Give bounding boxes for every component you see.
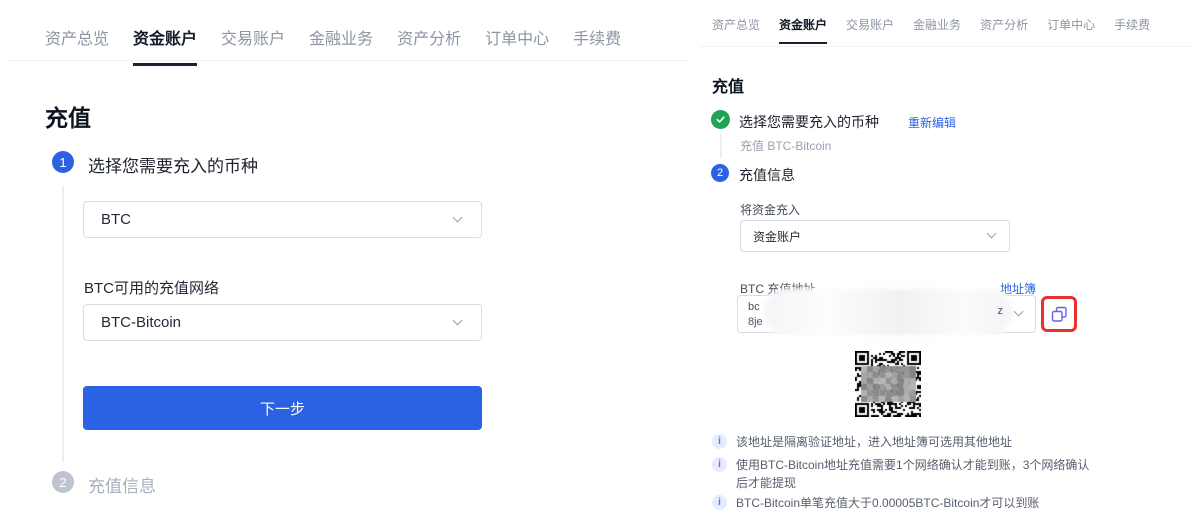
deposit-page-step2: 资产总览 资金账户 交易账户 金融业务 资产分析 订单中心 手续费 充值 选择您… [700,0,1200,529]
network-label: BTC可用的充值网络 [84,277,219,298]
deposit-address-select[interactable]: bc 8je z [737,295,1036,333]
chevron-down-icon [453,212,463,222]
step-connector [62,186,64,462]
chevron-down-icon [453,315,463,325]
tab-asset-analysis[interactable]: 资产分析 [980,16,1028,44]
step1-done-check-icon [711,110,730,129]
note-text: 该地址是隔离验证地址，进入地址簿可选用其他地址 [736,433,1092,451]
info-icon: i [712,434,727,449]
tab-trading-account[interactable]: 交易账户 [846,16,894,44]
account-tab-bar-small: 资产总览 资金账户 交易账户 金融业务 资产分析 订单中心 手续费 [712,16,1150,44]
next-step-button[interactable]: 下一步 [83,386,482,430]
info-icon: i [712,457,727,472]
tab-financial-services[interactable]: 金融业务 [913,16,961,44]
step2-label: 充值信息 [739,165,795,185]
step2-label: 充值信息 [88,472,156,497]
step2-indicator: 2 [52,471,74,493]
highlight-box [1041,296,1077,332]
tabbar-divider [8,60,690,61]
account-select[interactable]: 资金账户 [740,220,1010,252]
deposit-to-label: 将资金充入 [740,201,800,218]
tab-order-center[interactable]: 订单中心 [1047,16,1095,44]
step1-label: 选择您需要充入的币种 [88,152,258,177]
re-edit-link[interactable]: 重新编辑 [908,114,956,131]
tab-fees[interactable]: 手续费 [1114,16,1150,44]
deposit-address-text: bc 8je [748,300,763,330]
network-select[interactable]: BTC-Bitcoin [83,304,482,341]
step1-label: 选择您需要充入的币种 [739,112,879,132]
chevron-down-icon [1014,307,1024,317]
tab-funding-account[interactable]: 资金账户 [779,16,827,44]
chevron-down-icon [987,229,997,239]
deposit-address-suffix: z [998,305,1004,317]
copy-address-button[interactable] [1049,304,1069,324]
coin-select-value: BTC [101,211,131,228]
note-item: i 使用BTC-Bitcoin地址充值需要1个网络确认才能到账，3个网络确认后才… [712,456,1092,492]
page-title: 充值 [45,99,91,133]
step1-indicator: 1 [52,151,74,173]
account-select-value: 资金账户 [753,228,801,245]
info-icon: i [712,495,727,510]
note-text: 使用BTC-Bitcoin地址充值需要1个网络确认才能到账，3个网络确认后才能提… [736,456,1092,492]
step1-summary: 充值 BTC-Bitcoin [740,137,831,154]
note-item: i 该地址是隔离验证地址，进入地址簿可选用其他地址 [712,433,1092,451]
deposit-qr-code [855,351,923,419]
network-select-value: BTC-Bitcoin [101,314,181,331]
tabbar-divider [700,46,1190,47]
redaction-blur [764,289,1012,335]
note-item: i BTC-Bitcoin单笔充值大于0.00005BTC-Bitcoin才可以… [712,494,1092,512]
copy-icon [1051,306,1068,323]
page-title: 充值 [712,73,744,97]
tab-asset-overview[interactable]: 资产总览 [712,16,760,44]
deposit-page-desktop: 资产总览 资金账户 交易账户 金融业务 资产分析 订单中心 手续费 充值 1 选… [0,0,690,529]
note-text: BTC-Bitcoin单笔充值大于0.00005BTC-Bitcoin才可以到账 [736,494,1092,512]
step-connector [720,134,722,158]
step2-indicator: 2 [711,164,729,182]
coin-select[interactable]: BTC [83,201,482,238]
